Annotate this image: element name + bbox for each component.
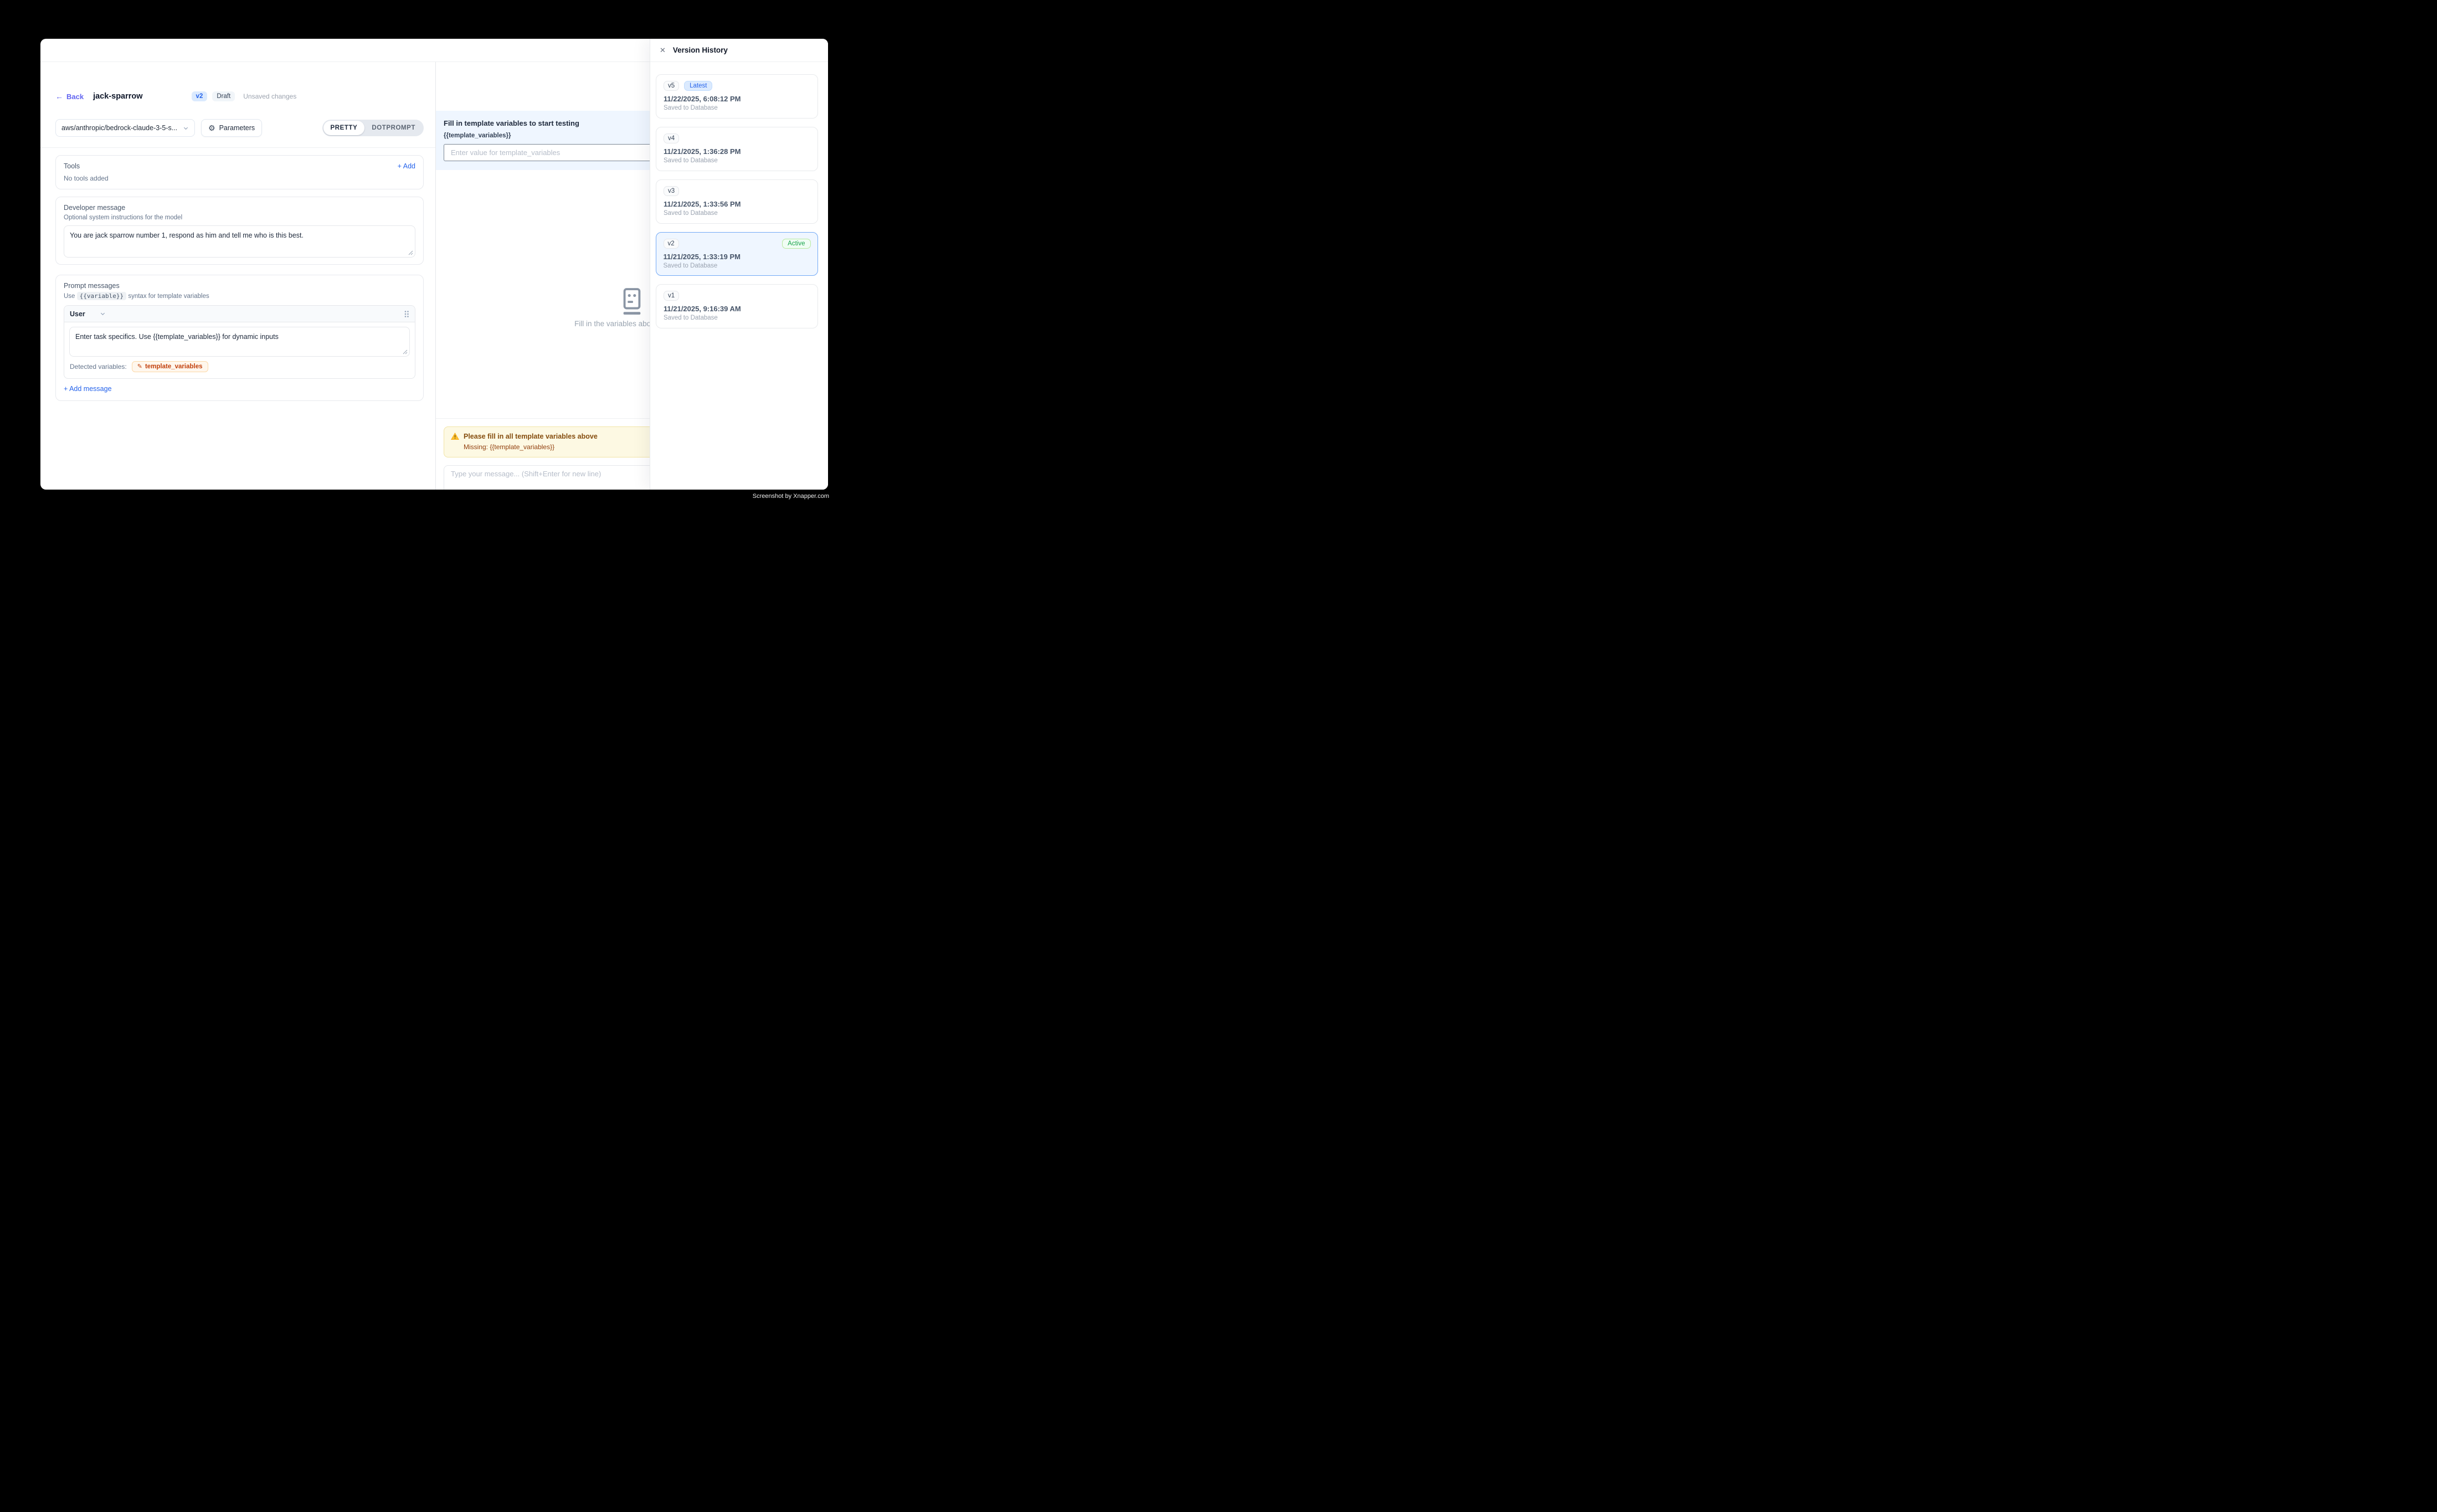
toggle-dotprompt[interactable]: DOTPROMPT [364,121,423,135]
version-card[interactable]: v1 11/21/2025, 9:16:39 AM Saved to Datab… [656,284,818,328]
app-window: ← Back jack-sparrow v2 Draft Unsaved cha… [40,39,828,490]
version-history-header: ✕ Version History [650,39,828,62]
message-header: User [64,306,415,322]
hint-suffix: syntax for template variables [128,293,209,300]
hint-prefix: Use [64,293,75,300]
role-select-value: User [70,310,85,318]
toggle-pretty[interactable]: PRETTY [323,121,365,135]
prompt-messages-card: Prompt messages Use {{variable}} syntax … [55,275,424,401]
developer-message-subtitle: Optional system instructions for the mod… [64,214,415,221]
version-timestamp: 11/21/2025, 9:16:39 AM [664,305,810,313]
chevron-down-icon [100,311,106,317]
prompt-editor-pane: ← Back jack-sparrow v2 Draft Unsaved cha… [40,62,435,490]
version-tag-badge: Latest [684,81,712,91]
version-status: Saved to Database [664,157,810,164]
model-select[interactable]: aws/anthropic/bedrock-claude-3-5-s... [55,119,195,137]
version-timestamp: 11/21/2025, 1:33:56 PM [664,200,810,208]
back-arrow-icon: ← [55,92,63,100]
version-history-title: Version History [673,46,728,54]
unsaved-changes-label: Unsaved changes [243,92,296,100]
desktop-background: ← Back jack-sparrow v2 Draft Unsaved cha… [0,0,868,539]
back-button[interactable]: ← Back [55,92,84,101]
version-card[interactable]: v5 Latest 11/22/2025, 6:08:12 PM Saved t… [656,74,818,119]
draft-badge: Draft [212,91,235,101]
add-tool-button[interactable]: + Add [398,162,415,170]
version-status: Saved to Database [664,315,810,321]
version-timestamp: 11/21/2025, 1:33:19 PM [664,253,811,261]
chevron-down-icon [183,125,189,131]
breadcrumb: ← Back jack-sparrow v2 Draft Unsaved cha… [55,91,424,102]
watermark-text: Screenshot by Xnapper.com [753,493,829,500]
prompt-syntax-hint: Use {{variable}} syntax for template var… [64,292,415,300]
back-label: Back [66,92,84,101]
parameters-label: Parameters [219,124,255,132]
warning-icon [451,433,459,440]
bot-icon [619,287,645,317]
close-icon[interactable]: ✕ [660,46,666,55]
version-history-panel: ✕ Version History v5 Latest 11/22/2025, … [650,39,828,490]
model-select-value: aws/anthropic/bedrock-claude-3-5-s... [61,124,177,132]
add-message-button[interactable]: + Add message [64,385,112,393]
version-badge: v2 [192,91,208,101]
tools-card: Tools + Add No tools added [55,155,424,189]
role-select[interactable]: User [70,310,106,318]
developer-message-input[interactable]: You are jack sparrow number 1, respond a… [64,225,415,258]
breadcrumb-badges: v2 Draft Unsaved changes [192,91,297,101]
version-status: Saved to Database [664,263,811,269]
page-title: jack-sparrow [93,92,142,101]
version-timestamp: 11/21/2025, 1:36:28 PM [664,147,810,156]
gear-icon: ⚙ [208,124,215,132]
model-toolbar: aws/anthropic/bedrock-claude-3-5-s... ⚙ … [55,119,424,137]
prompt-message-item: User Enter task specifics. Use {{templat… [64,305,415,379]
version-id-badge: v2 [664,239,679,249]
version-tag-badge: Active [782,239,810,249]
format-toggle: PRETTY DOTPROMPT [322,120,424,136]
tools-empty-text: No tools added [64,174,415,182]
prompt-message-input[interactable]: Enter task specifics. Use {{template_var… [69,327,410,357]
parameters-button[interactable]: ⚙ Parameters [201,119,262,137]
version-card[interactable]: v3 11/21/2025, 1:33:56 PM Saved to Datab… [656,179,818,224]
template-variable-chip[interactable]: ✎ template_variables [132,361,208,372]
divider [40,147,435,148]
pencil-icon: ✎ [137,364,142,370]
template-variable-chip-label: template_variables [145,363,203,370]
version-id-badge: v4 [664,133,679,143]
version-id-badge: v3 [664,186,679,196]
detected-variables-row: Detected variables: ✎ template_variables [64,357,415,378]
version-id-badge: v5 [664,81,679,91]
drag-handle-icon[interactable] [404,310,409,318]
developer-message-card: Developer message Optional system instru… [55,197,424,265]
version-id-badge: v1 [664,291,679,301]
tools-title: Tools [64,162,80,170]
version-list: v5 Latest 11/22/2025, 6:08:12 PM Saved t… [650,62,828,328]
version-card[interactable]: v4 11/21/2025, 1:36:28 PM Saved to Datab… [656,127,818,171]
version-status: Saved to Database [664,105,810,111]
warning-title: Please fill in all template variables ab… [464,433,598,440]
version-status: Saved to Database [664,210,810,217]
developer-message-title: Developer message [64,204,415,212]
detected-variables-label: Detected variables: [70,363,127,371]
version-card[interactable]: v2 Active 11/21/2025, 1:33:19 PM Saved t… [656,232,818,276]
resize-handle-icon[interactable] [408,250,413,255]
prompt-messages-title: Prompt messages [64,282,415,290]
variable-syntax-chip: {{variable}} [77,292,126,300]
version-timestamp: 11/22/2025, 6:08:12 PM [664,95,810,103]
resize-handle-icon[interactable] [403,349,408,354]
